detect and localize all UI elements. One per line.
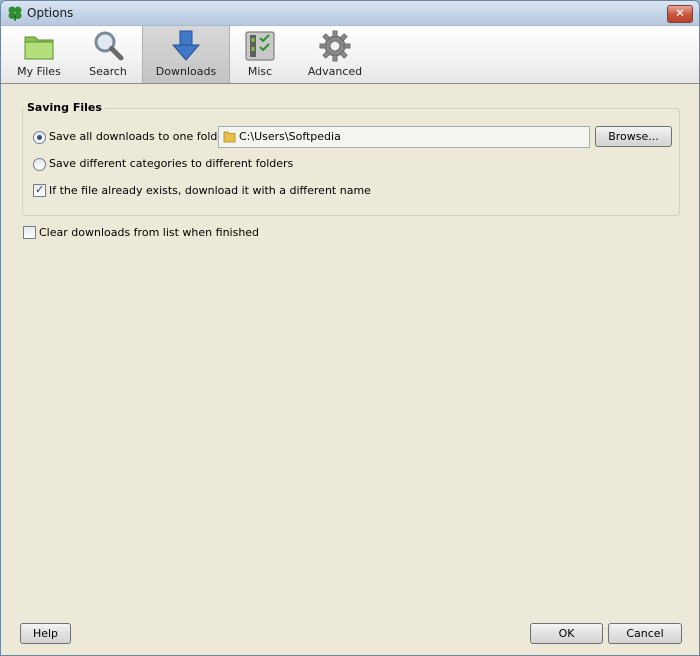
tab-label: My Files — [17, 65, 61, 78]
tab-my-files[interactable]: My Files — [11, 26, 67, 83]
categories-radio[interactable] — [33, 158, 46, 171]
help-button[interactable]: Help — [20, 623, 71, 644]
close-icon: ✕ — [674, 6, 686, 20]
ok-button[interactable]: OK — [530, 623, 603, 644]
tab-downloads[interactable]: Downloads — [142, 26, 230, 83]
tab-label: Search — [89, 65, 127, 78]
checkmark-icon: ✓ — [35, 183, 45, 196]
tab-label: Advanced — [307, 65, 363, 78]
folder-icon — [24, 36, 54, 60]
rename-label[interactable]: If the file already exists, download it … — [49, 184, 371, 197]
clover-icon — [8, 6, 22, 21]
categories-label[interactable]: Save different categories to different f… — [49, 157, 293, 170]
download-arrow-icon — [171, 30, 201, 61]
clear-downloads-label[interactable]: Clear downloads from list when finished — [39, 226, 259, 239]
browse-button[interactable]: Browse... — [595, 126, 672, 147]
saving-files-heading: Saving Files — [24, 101, 105, 114]
cancel-button[interactable]: Cancel — [608, 623, 682, 644]
title-bar[interactable]: Options ✕ — [1, 1, 699, 26]
gear-icon — [319, 30, 351, 62]
checklist-icon — [245, 31, 275, 61]
one-folder-label[interactable]: Save all downloads to one folder: — [49, 130, 232, 143]
one-folder-radio[interactable] — [33, 131, 46, 144]
close-button[interactable]: ✕ — [667, 5, 693, 23]
window-title: Options — [27, 6, 74, 20]
download-folder-field[interactable]: C:\Users\Softpedia — [218, 126, 590, 148]
tab-misc[interactable]: Misc — [233, 26, 287, 83]
tab-advanced[interactable]: Advanced — [303, 26, 367, 83]
clear-downloads-checkbox[interactable] — [23, 226, 36, 239]
tab-search[interactable]: Search — [79, 26, 137, 83]
folder-icon — [223, 131, 236, 143]
folder-path-value: C:\Users\Softpedia — [239, 130, 341, 143]
options-window: Options ✕ My Files Search Downloads Misc… — [0, 0, 700, 656]
tab-label: Downloads — [155, 65, 217, 78]
magnifier-icon — [94, 31, 124, 61]
tab-label: Misc — [247, 65, 273, 78]
options-toolbar: My Files Search Downloads Misc Advanced — [1, 26, 699, 84]
rename-checkbox[interactable]: ✓ — [33, 183, 46, 197]
